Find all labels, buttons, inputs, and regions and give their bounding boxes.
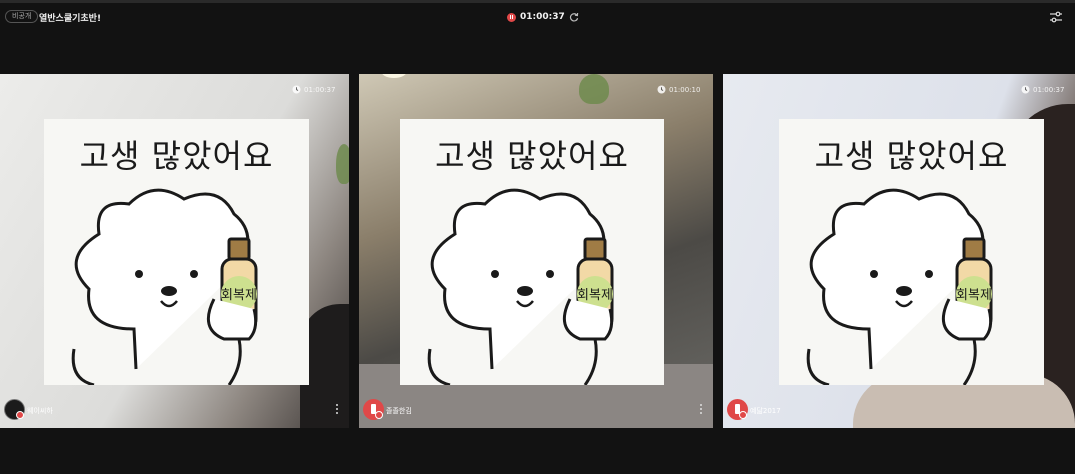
sticker-caption: 고생 많았어요	[435, 137, 629, 175]
more-vertical-icon[interactable]	[336, 404, 339, 415]
top-bar: 비공개 열반스쿨기초반! 01:00:37	[0, 3, 1075, 29]
record-pause-icon[interactable]	[507, 12, 516, 22]
sticker-caption: 고생 많았어요	[814, 137, 1009, 175]
video-background-light	[381, 74, 407, 78]
clock-icon	[1021, 85, 1030, 94]
elapsed-time: 01:00:37	[520, 12, 565, 22]
sticker-image: 고생 많았어요 회복제	[44, 119, 309, 385]
mic-muted-icon	[739, 411, 747, 419]
tile-timer-text: 01:00:37	[304, 85, 336, 94]
bear-illustration: 회복제	[71, 188, 258, 385]
sticker-caption: 고생 많았어요	[79, 137, 274, 175]
video-tile-1[interactable]: 01:00:37 고생 많았어요 회복제 웨이씨하	[0, 74, 349, 428]
bear-illustration: 회복제	[806, 188, 993, 385]
room-title: 열반스쿨기초반!	[39, 14, 102, 24]
tile-timer-text: 01:00:10	[669, 85, 701, 94]
mic-muted-icon	[16, 411, 24, 419]
bottle-label: 회복제	[221, 288, 257, 303]
bear-illustration: 회복제	[427, 188, 614, 385]
sliders-icon[interactable]	[1049, 11, 1063, 23]
tile-timer-text: 01:00:37	[1033, 85, 1065, 94]
participant-name: 졸졸한김	[386, 407, 412, 415]
video-tile-3[interactable]: 01:00:37 고생 많았어요 회복제 예닮2017	[723, 74, 1075, 428]
tile-timer: 01:00:37	[292, 85, 335, 94]
participant-name: 예닮2017	[750, 407, 781, 415]
participant-bar: 예닮2017	[723, 394, 1075, 428]
bottle-label: 회복제	[577, 288, 613, 303]
video-background-plant	[336, 144, 349, 184]
participant-bar: 웨이씨하	[0, 394, 349, 428]
tile-timer: 01:00:10	[657, 85, 700, 94]
mic-muted-icon	[375, 411, 383, 419]
refresh-icon[interactable]	[569, 12, 579, 22]
privacy-badge: 비공개	[5, 10, 39, 23]
sticker-image: 고생 많았어요 회복제	[779, 119, 1044, 385]
clock-icon	[657, 85, 666, 94]
sticker-image: 고생 많았어요 회복제	[400, 119, 664, 385]
session-timer: 01:00:37	[507, 10, 579, 24]
participant-bar: 졸졸한김	[359, 394, 713, 428]
video-background-plant	[579, 74, 609, 104]
bottle-label: 회복제	[956, 288, 992, 303]
tile-timer: 01:00:37	[1021, 85, 1064, 94]
more-vertical-icon[interactable]	[700, 404, 703, 415]
video-tile-2[interactable]: 01:00:10 고생 많았어요 회복제 졸졸한김	[359, 74, 713, 428]
participant-name: 웨이씨하	[27, 407, 53, 415]
clock-icon	[292, 85, 301, 94]
